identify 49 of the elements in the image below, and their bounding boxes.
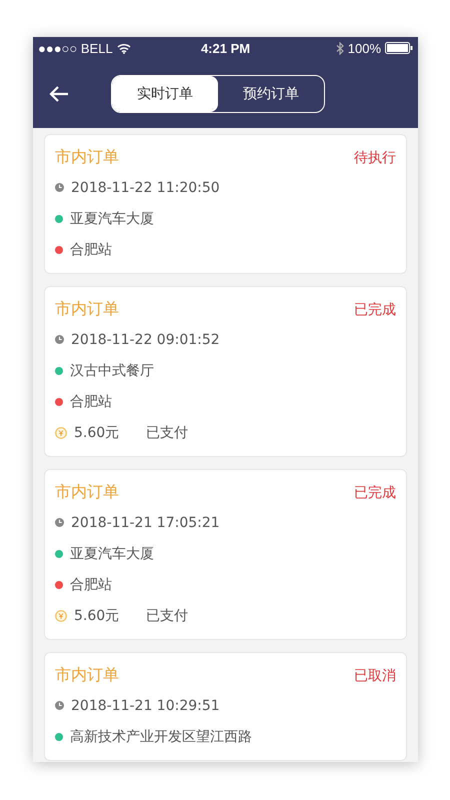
end-location: 合肥站 bbox=[70, 576, 112, 594]
order-type: 市内订单 bbox=[55, 482, 119, 503]
order-time: 2018-11-21 10:29:51 bbox=[71, 698, 220, 714]
end-dot bbox=[55, 398, 63, 406]
order-status: 待执行 bbox=[354, 148, 396, 166]
end-location: 合肥站 bbox=[70, 240, 112, 258]
fare-amount: 5.60元 bbox=[74, 424, 120, 442]
back-arrow-icon[interactable] bbox=[49, 84, 69, 102]
payment-status: 已支付 bbox=[146, 424, 188, 442]
start-location: 高新技术产业开发区望江西路 bbox=[70, 728, 252, 746]
order-time: 2018-11-22 09:01:52 bbox=[71, 332, 220, 348]
order-card[interactable]: 市内订单 已取消 2018-11-21 10:29:51 高新技术产业开发区望江西路 bbox=[44, 652, 407, 761]
battery-icon bbox=[385, 42, 414, 54]
start-dot bbox=[55, 366, 63, 374]
carrier-label: ●●●○○ BELL bbox=[38, 40, 113, 56]
bluetooth-icon bbox=[336, 42, 344, 54]
start-dot bbox=[55, 732, 63, 740]
order-time: 2018-11-21 17:05:21 bbox=[71, 514, 220, 530]
start-dot bbox=[55, 550, 63, 558]
start-location: 汉古中式餐厅 bbox=[70, 362, 154, 380]
fare-amount: 5.60元 bbox=[74, 606, 120, 624]
clock-icon bbox=[55, 701, 64, 710]
order-type: 市内订单 bbox=[55, 665, 119, 686]
coin-icon bbox=[55, 610, 67, 622]
clock-icon bbox=[55, 518, 64, 527]
end-location: 合肥站 bbox=[70, 392, 112, 410]
order-tab[interactable]: 预约订单 bbox=[218, 76, 324, 112]
end-dot bbox=[55, 246, 63, 254]
clock-icon bbox=[55, 335, 64, 344]
order-card[interactable]: 市内订单 已完成 2018-11-21 17:05:21 亚夏汽车大厦 合肥站 5.60元 已支付 bbox=[44, 469, 407, 640]
status-time: 4:21 PM bbox=[200, 40, 250, 56]
wifi-icon bbox=[116, 42, 131, 54]
start-location: 亚夏汽车大厦 bbox=[70, 544, 154, 562]
clock-icon bbox=[55, 183, 64, 192]
start-dot bbox=[55, 214, 63, 222]
order-status: 已完成 bbox=[354, 484, 396, 502]
order-type: 市内订单 bbox=[55, 299, 119, 320]
order-type: 市内订单 bbox=[55, 147, 119, 168]
battery-percent: 100% bbox=[348, 40, 382, 56]
order-status: 已取消 bbox=[354, 666, 396, 684]
coin-icon bbox=[55, 426, 67, 438]
order-status: 已完成 bbox=[354, 300, 396, 318]
end-dot bbox=[55, 580, 63, 588]
order-time: 2018-11-22 11:20:50 bbox=[71, 180, 220, 196]
order-tab[interactable]: 实时订单 bbox=[112, 76, 218, 112]
payment-status: 已支付 bbox=[146, 606, 188, 624]
start-location: 亚夏汽车大厦 bbox=[70, 210, 154, 228]
order-card[interactable]: 市内订单 待执行 2018-11-22 11:20:50 亚夏汽车大厦 合肥站 bbox=[44, 134, 407, 274]
order-card[interactable]: 市内订单 已完成 2018-11-22 09:01:52 汉古中式餐厅 合肥站 5.60元 已支付 bbox=[44, 286, 407, 457]
